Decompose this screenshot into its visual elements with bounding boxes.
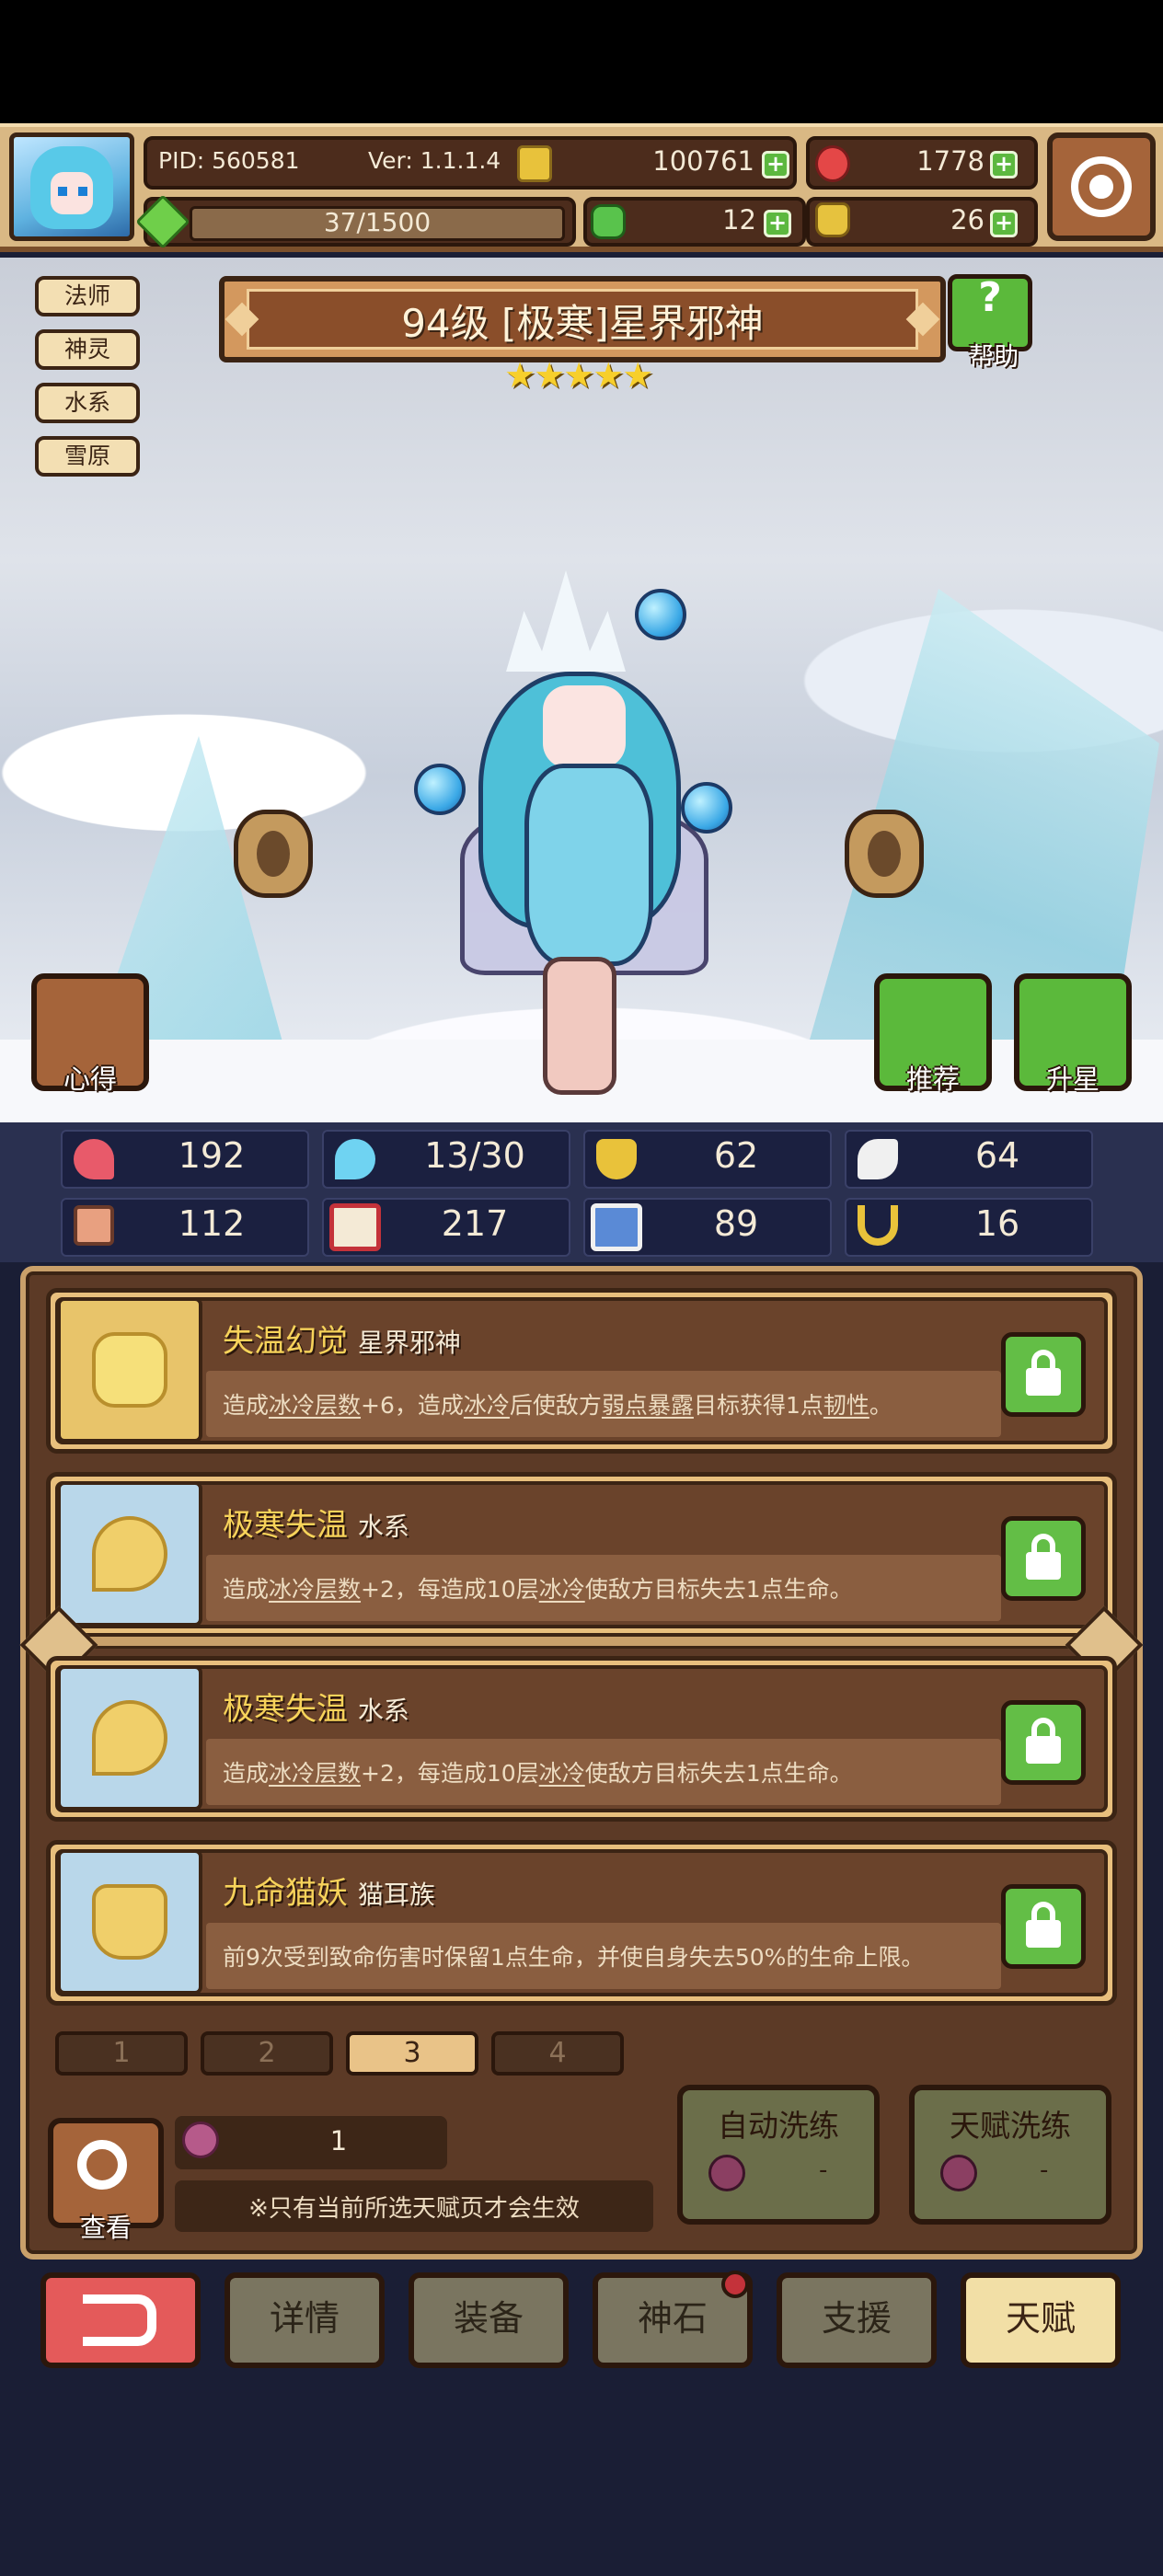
magnifier-icon xyxy=(77,2140,127,2190)
horseshoe-icon xyxy=(858,1205,898,1246)
talent-wash-cost: - xyxy=(1040,2156,1049,2184)
back-arrow-icon xyxy=(83,2294,156,2346)
nav-support[interactable]: 支援 xyxy=(777,2272,937,2368)
clover-icon xyxy=(591,204,626,239)
auto-wash-label: 自动洗练 xyxy=(718,2108,839,2144)
talent-type: 猫耳族 xyxy=(357,1880,435,1910)
talent-name: 九命猫妖 xyxy=(223,1875,348,1912)
money-bag-icon xyxy=(815,202,850,237)
view-label: 查看 xyxy=(79,2213,132,2243)
gold-amount: 100761 xyxy=(652,145,754,177)
stat-luck-value: 16 xyxy=(974,1203,1020,1244)
talent-type: 星界邪神 xyxy=(357,1328,461,1358)
insight-label: 心得 xyxy=(63,1064,117,1095)
back-button[interactable] xyxy=(40,2272,201,2368)
lock-button[interactable] xyxy=(1001,1332,1086,1417)
bag-amount: 26 xyxy=(950,204,985,236)
nav-details[interactable]: 详情 xyxy=(225,2272,385,2368)
player-id: PID: 560581 xyxy=(158,147,300,174)
scroll-icon xyxy=(257,831,290,877)
talent-page-tab-2[interactable]: 2 xyxy=(201,2031,333,2076)
tag-region[interactable]: 雪原 xyxy=(35,436,140,477)
energy-value: 37/1500 xyxy=(323,207,432,237)
fruit-count: 1 xyxy=(329,2125,348,2156)
talent-type: 水系 xyxy=(357,1696,409,1726)
hero-star-rating: ★★★★★ xyxy=(504,355,653,396)
gem-amount: 1778 xyxy=(916,145,985,177)
gold-coin-icon xyxy=(517,145,552,182)
talent-desc: 造成冰冷层数+2，每造成10层冰冷使敌方目标失去1点生命。 xyxy=(223,1760,853,1787)
hero-character-sprite[interactable] xyxy=(405,570,754,1104)
hero-title: 94级 [极寒]星界邪神 xyxy=(401,301,764,346)
tag-element[interactable]: 水系 xyxy=(35,383,140,423)
stat-defense-value: 62 xyxy=(713,1135,759,1176)
crit-icon xyxy=(591,1203,642,1251)
stat-magic-value: 217 xyxy=(441,1203,509,1244)
stat-mana-value: 13/30 xyxy=(424,1135,525,1176)
talent-name: 极寒失温 xyxy=(223,1507,348,1544)
stat-attack-value: 112 xyxy=(178,1203,246,1244)
lock-button[interactable] xyxy=(1001,1516,1086,1601)
settings-button[interactable] xyxy=(1047,132,1156,241)
water-talent-icon xyxy=(57,1481,202,1627)
fruit-icon xyxy=(182,2122,219,2158)
auto-wash-cost: - xyxy=(819,2156,828,2184)
fruit-icon xyxy=(708,2155,745,2191)
notification-dot xyxy=(721,2271,749,2298)
heart-icon xyxy=(74,1139,114,1179)
wing-icon xyxy=(858,1139,898,1179)
status-bar-area xyxy=(0,0,1163,123)
lock-button[interactable] xyxy=(1001,1700,1086,1785)
nav-talent[interactable]: 天赋 xyxy=(961,2272,1121,2368)
talent-name: 极寒失温 xyxy=(223,1691,348,1728)
talent-name: 失温幻觉 xyxy=(223,1323,348,1360)
water-drop-icon xyxy=(335,1139,375,1179)
prev-hero-button[interactable] xyxy=(234,810,313,898)
upgrade-star-label: 升星 xyxy=(1045,1064,1100,1095)
add-gem-button[interactable]: + xyxy=(990,151,1018,178)
talent-page-tab-1[interactable]: 1 xyxy=(55,2031,188,2076)
clover-amount: 12 xyxy=(722,204,756,236)
talent-page-note: ※只有当前所选天赋页才会生效 xyxy=(248,2195,580,2223)
lock-button[interactable] xyxy=(1001,1884,1086,1969)
question-icon: ? xyxy=(978,274,1002,321)
recommend-label: 推荐 xyxy=(905,1064,960,1095)
stat-hp-value: 192 xyxy=(178,1135,246,1176)
water-talent-icon xyxy=(57,1665,202,1811)
scroll-icon xyxy=(868,831,901,877)
stat-speed-value: 64 xyxy=(974,1135,1020,1176)
section-divider xyxy=(37,1634,1126,1649)
talent-desc: 造成冰冷层数+2，每造成10层冰冷使敌方目标失去1点生命。 xyxy=(223,1576,853,1603)
spellbook-icon xyxy=(329,1203,381,1251)
star-talent-icon xyxy=(57,1297,202,1443)
game-version: Ver: 1.1.1.4 xyxy=(368,147,501,174)
add-clover-button[interactable]: + xyxy=(764,210,791,237)
add-gold-button[interactable]: + xyxy=(762,151,789,178)
tag-race[interactable]: 神灵 xyxy=(35,329,140,370)
nav-equipment[interactable]: 装备 xyxy=(409,2272,569,2368)
talent-type: 水系 xyxy=(357,1512,409,1542)
cat-talent-icon xyxy=(57,1849,202,1995)
fist-icon xyxy=(74,1205,114,1246)
talent-page-tab-3[interactable]: 3 xyxy=(346,2031,478,2076)
talent-desc: 前9次受到致命伤害时保留1点生命，并使自身失去50%的生命上限。 xyxy=(223,1944,925,1971)
fruit-icon xyxy=(940,2155,977,2191)
gear-icon xyxy=(1071,156,1132,217)
talent-desc: 造成冰冷层数+6，造成冰冷后使敌方弱点暴露目标获得1点韧性。 xyxy=(223,1392,892,1419)
next-hero-button[interactable] xyxy=(845,810,924,898)
help-label: 帮助 xyxy=(969,343,1019,372)
player-avatar[interactable] xyxy=(9,132,134,241)
stat-crit-value: 89 xyxy=(713,1203,759,1244)
ruby-icon xyxy=(815,145,850,182)
shield-icon xyxy=(596,1139,637,1179)
talent-page-tab-4[interactable]: 4 xyxy=(491,2031,624,2076)
talent-wash-label: 天赋洗练 xyxy=(950,2108,1071,2144)
add-bag-button[interactable]: + xyxy=(990,210,1018,237)
tag-class[interactable]: 法师 xyxy=(35,276,140,316)
